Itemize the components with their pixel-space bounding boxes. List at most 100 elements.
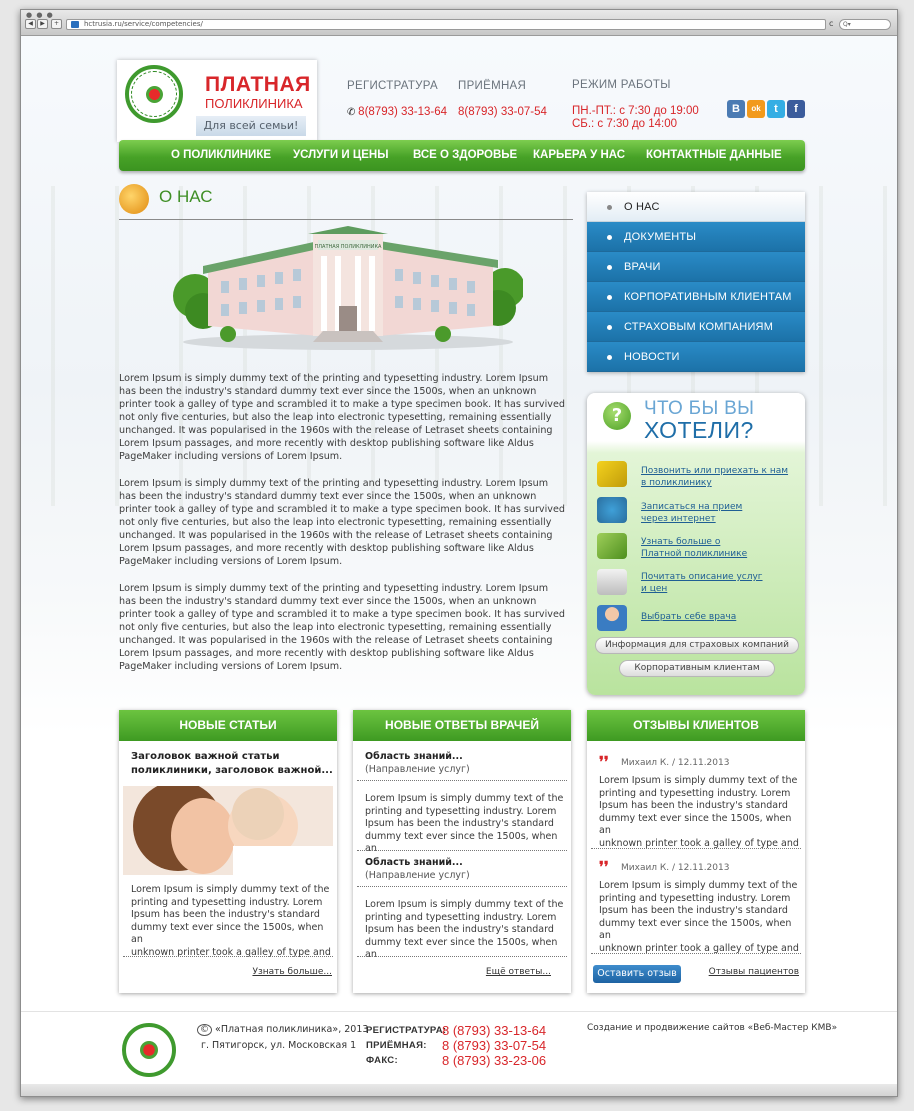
footer-reception-phone: 8 (8793) 33-07-54 — [442, 1038, 547, 1053]
new-articles-title: НОВЫЕ СТАТЬИ — [119, 710, 337, 741]
menu-item-career[interactable]: КАРЬЕРА У НАС — [533, 140, 625, 171]
twitter-icon[interactable]: t — [767, 100, 785, 118]
sidebar-menu: О НАС ДОКУМЕНТЫ ВРАЧИ КОРПОРАТИВНЫМ КЛИЕ… — [587, 192, 805, 372]
book-icon — [597, 569, 627, 595]
slogan: Для всей семьи! — [196, 116, 306, 136]
page-title: О НАС — [159, 187, 213, 206]
footer-reg-phone: 8 (8793) 33-13-64 — [442, 1023, 547, 1038]
browser-toolbar: ● ● ● ◀ ▶ + hctrusia.ru/service/competen… — [21, 10, 897, 36]
sidebar-item-doctors[interactable]: ВРАЧИ — [587, 252, 805, 282]
search-input[interactable]: Q▾ — [839, 19, 891, 30]
reception-label: ПРИЁМНАЯ — [458, 80, 527, 92]
phone-icon — [597, 461, 627, 487]
phone-icon: ✆ — [347, 107, 359, 118]
copyright-icon: © — [197, 1024, 212, 1036]
menu-item-health[interactable]: ВСЕ О ЗДОРОВЬЕ — [413, 140, 517, 171]
add-tab-icon[interactable]: + — [51, 19, 62, 29]
link-choose-doctor[interactable]: Выбрать себе врача — [641, 611, 736, 623]
vkontakte-icon[interactable]: В — [727, 100, 745, 118]
about-paragraph-2: Lorem Ipsum is simply dummy text of the … — [119, 478, 565, 567]
footer: © «Платная поликлиника», 2013 г. Пятигор… — [21, 1011, 897, 1096]
article-text: Lorem Ipsum is simply dummy text of the p… — [131, 884, 331, 958]
quote-icon: ❜❜ — [599, 755, 609, 771]
address-bar[interactable]: hctrusia.ru/service/competencies/ — [66, 19, 826, 30]
footer-fax-label: ФАКС: — [366, 1055, 398, 1066]
insurance-info-button[interactable]: Информация для страховых компаний — [595, 637, 799, 654]
forward-icon[interactable]: ▶ — [37, 19, 48, 29]
footer-address: г. Пятигорск, ул. Московская 1 — [201, 1040, 357, 1051]
reception-contact: ПРИЁМНАЯ 8(8793) 33-07-54 — [458, 80, 547, 118]
corporate-clients-button[interactable]: Корпоративным клиентам — [619, 660, 775, 677]
browser-window: ● ● ● ◀ ▶ + hctrusia.ru/service/competen… — [20, 9, 898, 1097]
leave-review-button[interactable]: Оставить отзыв — [593, 965, 681, 983]
footer-reception-label: ПРИЁМНАЯ: — [366, 1040, 427, 1051]
about-paragraph-3: Lorem Ipsum is simply dummy text of the … — [119, 583, 565, 672]
registry-contact: РЕГИСТРАТУРА ✆ 8(8793) 33-13-64 — [347, 80, 447, 118]
back-icon[interactable]: ◀ — [25, 19, 36, 29]
doctor-answers-box: НОВЫЕ ОТВЕТЫ ВРАЧЕЙ Область знаний... (На… — [353, 710, 571, 993]
registry-label: РЕГИСТРАТУРА — [347, 80, 438, 92]
link-call-visit[interactable]: Позвонить или приехать к нам в поликлиник… — [641, 465, 788, 489]
review-author-2: Михаил К. / 12.11.2013 — [621, 863, 730, 873]
footer-fax-phone: 8 (8793) 33-23-06 — [442, 1053, 547, 1068]
site-icon — [71, 21, 79, 28]
review-text-1: Lorem Ipsum is simply dummy text of the p… — [599, 775, 799, 849]
sidebar-item-insurance[interactable]: СТРАХОВЫМ КОМПАНИЯМ — [587, 312, 805, 342]
review-author-1: Михаил К. / 12.11.2013 — [621, 758, 730, 768]
menu-item-services[interactable]: УСЛУГИ И ЦЕНЫ — [293, 140, 388, 171]
client-reviews-box: ОТЗЫВЫ КЛИЕНТОВ ❜❜ Михаил К. / 12.11.201… — [587, 710, 805, 993]
patient-reviews-link[interactable]: Отзывы пациентов — [709, 967, 799, 977]
menu-item-about[interactable]: О ПОЛИКЛИНИКЕ — [171, 140, 271, 171]
link-online-appointment[interactable]: Записаться на прием через интернет — [641, 501, 742, 525]
what-would-you-like-panel: ? ЧТО БЫ ВЫ ХОТЕЛИ? Позвонить или приеха… — [587, 393, 805, 695]
odnoklassniki-icon[interactable]: ok — [747, 100, 765, 118]
clinic-building-image: ПЛАТНАЯ ПОЛИКЛИНИКА — [173, 226, 523, 350]
main-menu: О ПОЛИКЛИНИКЕ УСЛУГИ И ЦЕНЫ ВСЕ О ЗДОРОВ… — [119, 140, 805, 171]
articles-more-link[interactable]: Узнать больше... — [252, 967, 332, 977]
registry-phone: 8(8793) 33-13-64 — [358, 106, 448, 118]
page-heading: О НАС — [119, 184, 573, 220]
logo-subtitle: ПОЛИКЛИНИКА — [205, 96, 303, 111]
answer-item-1[interactable]: Область знаний... (Направление услуг) — [365, 751, 470, 776]
article-headline[interactable]: Заголовок важной статьи поликлиники, заго… — [131, 750, 333, 778]
footer-reg-label: РЕГИСТРАТУРА: — [366, 1025, 447, 1036]
globe-icon — [597, 497, 627, 523]
building-sign: ПЛАТНАЯ ПОЛИКЛИНИКА — [315, 244, 383, 250]
answers-more-link[interactable]: Ещё ответы... — [486, 967, 551, 977]
answer-item-2[interactable]: Область знаний... (Направление услуг) — [365, 857, 470, 882]
head-icon — [119, 184, 149, 214]
hours-label: РЕЖИМ РАБОТЫ — [572, 79, 671, 91]
new-articles-box: НОВЫЕ СТАТЬИ Заголовок важной статьи поли… — [119, 710, 337, 993]
web-studio-credits[interactable]: Создание и продвижение сайтов «Веб-Масте… — [587, 1023, 837, 1033]
about-paragraph-1: Lorem Ipsum is simply dummy text of the … — [119, 373, 565, 462]
quote-icon: ❜❜ — [599, 860, 609, 876]
link-services-prices[interactable]: Почитать описание услуг и цен — [641, 571, 763, 595]
hours-saturday: СБ.: с 7:30 до 14:00 — [572, 118, 678, 130]
reload-icon[interactable]: c — [829, 19, 833, 29]
sidebar-item-documents[interactable]: ДОКУМЕНТЫ — [587, 222, 805, 252]
reception-phone: 8(8793) 33-07-54 — [458, 106, 547, 118]
page: ПЛАТНАЯ ПОЛИКЛИНИКА Для всей семьи! РЕГИ… — [21, 36, 897, 1096]
copyright-text: © «Платная поликлиника», 2013 — [197, 1024, 368, 1036]
answer-text-1: Lorem Ipsum is simply dummy text of the p… — [365, 793, 564, 854]
doctor-icon — [597, 605, 627, 631]
pencil-icon — [597, 533, 627, 559]
review-text-2: Lorem Ipsum is simply dummy text of the p… — [599, 880, 799, 954]
logo[interactable]: ПЛАТНАЯ ПОЛИКЛИНИКА Для всей семьи! — [117, 60, 317, 142]
sidebar-item-news[interactable]: НОВОСТИ — [587, 342, 805, 372]
window-controls[interactable]: ● ● ● — [26, 11, 54, 19]
logo-title: ПЛАТНАЯ — [205, 73, 311, 96]
sidebar-item-about[interactable]: О НАС — [587, 192, 805, 222]
menu-item-contacts[interactable]: КОНТАКТНЫЕ ДАННЫЕ — [646, 140, 782, 171]
sidebar-item-corporate[interactable]: КОРПОРАТИВНЫМ КЛИЕНТАМ — [587, 282, 805, 312]
client-reviews-title: ОТЗЫВЫ КЛИЕНТОВ — [587, 710, 805, 741]
want-title-2: ХОТЕЛИ? — [644, 417, 754, 443]
work-hours: РЕЖИМ РАБОТЫ ПН.-ПТ.: с 7:30 до 19:00 СБ… — [572, 79, 699, 130]
mother-baby-photo — [123, 786, 333, 875]
facebook-icon[interactable]: f — [787, 100, 805, 118]
footer-logo-icon[interactable] — [122, 1023, 176, 1077]
link-learn-more[interactable]: Узнать больше о Платной поликлинике — [641, 536, 747, 560]
question-icon: ? — [603, 402, 631, 430]
doctor-answers-title: НОВЫЕ ОТВЕТЫ ВРАЧЕЙ — [353, 710, 571, 741]
hours-weekday: ПН.-ПТ.: с 7:30 до 19:00 — [572, 105, 699, 117]
